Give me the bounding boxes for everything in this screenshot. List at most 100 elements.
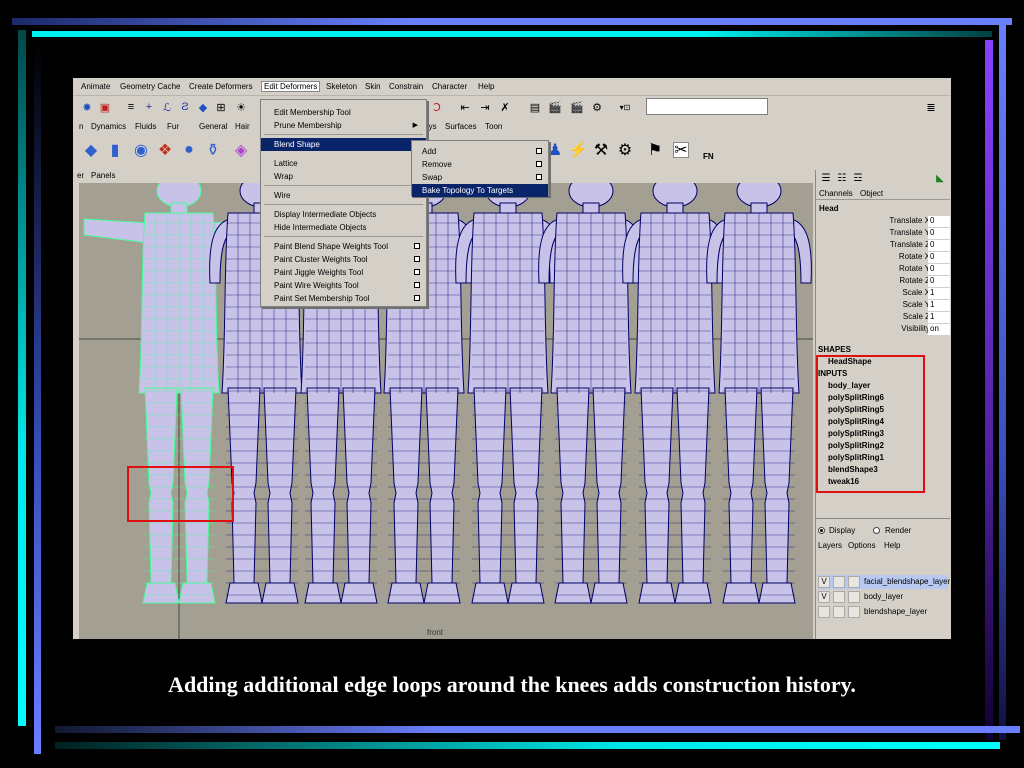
layer-row[interactable]: Vbody_layer: [818, 590, 948, 604]
display-label[interactable]: Display: [829, 526, 855, 535]
menu-create-deformers[interactable]: Create Deformers: [189, 82, 253, 91]
menu-item-paint-cluster-weights-tool[interactable]: Paint Cluster Weights Tool: [261, 253, 426, 266]
channel-value[interactable]: 1: [928, 288, 950, 299]
option-box-icon[interactable]: [414, 256, 420, 262]
option-box-icon[interactable]: [536, 148, 542, 154]
layer-visibility-toggle[interactable]: V: [818, 591, 830, 603]
option-box-icon[interactable]: [536, 174, 542, 180]
menu-edit-deformers[interactable]: Edit Deformers: [261, 81, 321, 92]
tab-surfaces[interactable]: Surfaces: [445, 122, 477, 131]
snap-curve-icon[interactable]: ℒ: [159, 99, 175, 115]
layer-visibility-toggle[interactable]: [818, 606, 830, 618]
tab-channels[interactable]: Channels: [819, 189, 853, 198]
channel-box-toggle-icon[interactable]: ☰: [818, 170, 834, 186]
tab-fur[interactable]: Fur: [167, 122, 179, 131]
shelf-tool-2-icon[interactable]: ⚡: [568, 142, 588, 159]
channel-row[interactable]: Rotate Y0: [816, 264, 950, 276]
dropdown-arrow-icon[interactable]: ▾⊡: [617, 99, 633, 115]
layer-menu-options[interactable]: Options: [848, 541, 876, 550]
channel-row[interactable]: Translate Y0: [816, 228, 950, 240]
construction-icon[interactable]: ☀: [233, 99, 249, 115]
submenu-item-add[interactable]: Add: [412, 145, 548, 158]
submenu-item-bake-topology-to-targets[interactable]: Bake Topology To Targets: [412, 184, 548, 197]
option-box-icon[interactable]: [414, 243, 420, 249]
channel-row[interactable]: Scale X1: [816, 288, 950, 300]
render-label[interactable]: Render: [885, 526, 911, 535]
option-box-icon[interactable]: [414, 282, 420, 288]
submenu-item-remove[interactable]: Remove: [412, 158, 548, 171]
panel-menu-panels[interactable]: Panels: [91, 171, 115, 180]
menu-animate[interactable]: Animate: [81, 82, 110, 91]
menu-skin[interactable]: Skin: [365, 82, 381, 91]
tab-n[interactable]: n: [79, 122, 83, 131]
tab-object[interactable]: Object: [860, 189, 883, 198]
layer-type-toggle[interactable]: [833, 606, 845, 618]
layer-row[interactable]: blendshape_layer: [818, 605, 948, 619]
tab-toon[interactable]: Toon: [485, 122, 502, 131]
channel-value[interactable]: 0: [928, 252, 950, 263]
shelf-ball-icon[interactable]: ●: [181, 141, 197, 158]
shelf-tool-4-icon[interactable]: ⚙: [617, 142, 633, 159]
layer-menu-layers[interactable]: Layers: [818, 541, 842, 550]
panel-corner-icon[interactable]: ◣: [932, 170, 948, 186]
shelf-tool-1-icon[interactable]: ♟: [547, 142, 563, 159]
menu-skeleton[interactable]: Skeleton: [326, 82, 357, 91]
tab-fluids[interactable]: Fluids: [135, 122, 156, 131]
render-settings-icon[interactable]: ✗: [497, 99, 513, 115]
option-box-icon[interactable]: [414, 269, 420, 275]
channel-value[interactable]: 1: [928, 312, 950, 323]
layer-visibility-toggle[interactable]: V: [818, 576, 830, 588]
channel-row[interactable]: Translate X0: [816, 216, 950, 228]
menu-item-lattice[interactable]: Lattice▶: [261, 157, 426, 170]
shelf-tool-5-icon[interactable]: ⚑: [647, 142, 663, 159]
layer-menu-help[interactable]: Help: [884, 541, 900, 550]
channel-row[interactable]: Visibility on: [816, 324, 950, 336]
menu-item-paint-wire-weights-tool[interactable]: Paint Wire Weights Tool: [261, 279, 426, 292]
tool-settings-toggle-icon[interactable]: ☲: [850, 170, 866, 186]
menu-character[interactable]: Character: [432, 82, 467, 91]
tab-dynamics[interactable]: Dynamics: [91, 122, 126, 131]
shelf-plane-icon[interactable]: ◆: [83, 142, 99, 159]
panel-menu-view[interactable]: er: [77, 171, 84, 180]
channel-row[interactable]: Scale Z1: [816, 312, 950, 324]
attr-editor-toggle-icon[interactable]: ☷: [834, 170, 850, 186]
channel-row[interactable]: Scale Y1: [816, 300, 950, 312]
render-current-icon[interactable]: 🎬: [547, 99, 563, 115]
menu-item-paint-set-membership-tool[interactable]: Paint Set Membership Tool: [261, 292, 426, 305]
snap-surface-icon[interactable]: Ƨ: [177, 99, 193, 115]
output-icon[interactable]: ⇥: [477, 99, 493, 115]
channel-row[interactable]: Translate Z0: [816, 240, 950, 252]
history-icon[interactable]: ⊞: [213, 99, 229, 115]
display-radio[interactable]: [818, 527, 825, 534]
submenu-item-swap[interactable]: Swap: [412, 171, 548, 184]
shelf-cube-icon[interactable]: ◈: [233, 142, 249, 159]
tab-general[interactable]: General: [199, 122, 227, 131]
layer-type-toggle[interactable]: [833, 591, 845, 603]
option-box-icon[interactable]: [536, 161, 542, 167]
menu-geometry-cache[interactable]: Geometry Cache: [120, 82, 180, 91]
menu-item-prune-membership[interactable]: Prune Membership ▶: [261, 119, 426, 132]
channel-value[interactable]: 1: [928, 300, 950, 311]
shelf-cluster-icon[interactable]: ❖: [157, 142, 173, 159]
menu-item-blend-shape[interactable]: Blend Shape▶: [261, 138, 426, 151]
menu-constrain[interactable]: Constrain: [389, 82, 423, 91]
mask-icon[interactable]: ▣: [97, 99, 113, 115]
menu-item-hide-intermediate-objects[interactable]: Hide Intermediate Objects: [261, 221, 426, 234]
shelf-fn-label[interactable]: FN: [703, 152, 714, 161]
input-icon[interactable]: ⇤: [457, 99, 473, 115]
menu-help[interactable]: Help: [478, 82, 494, 91]
menu-item-display-intermediate-objects[interactable]: Display Intermediate Objects: [261, 208, 426, 221]
snap-point-icon[interactable]: +: [141, 99, 157, 115]
layer-type-toggle[interactable]: [833, 576, 845, 588]
channel-value[interactable]: 0: [928, 276, 950, 287]
snap-plane-icon[interactable]: ◆: [195, 99, 211, 115]
channel-row[interactable]: Rotate Z0: [816, 276, 950, 288]
quick-selection-field[interactable]: [646, 98, 768, 115]
shelf-sphere-icon[interactable]: ◉: [133, 142, 149, 159]
shelf-teapot-icon[interactable]: ⚱: [205, 142, 221, 159]
snap-grid-icon[interactable]: ≡: [123, 99, 139, 115]
layer-color-swatch[interactable]: [848, 576, 860, 588]
shelf-tool-3-icon[interactable]: ⚒: [593, 142, 609, 159]
shelf-cylinder-icon[interactable]: ▮: [107, 142, 123, 159]
channel-value[interactable]: 0: [928, 228, 950, 239]
